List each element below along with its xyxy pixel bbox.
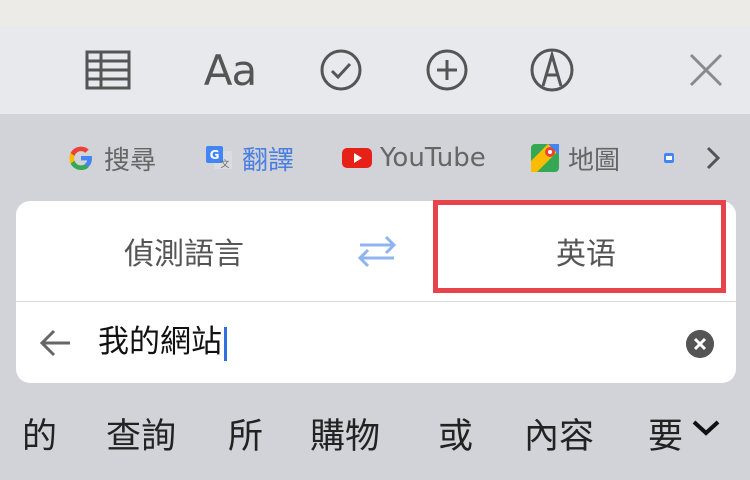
source-language-button[interactable]: 偵測語言: [16, 201, 352, 301]
suggestion-word[interactable]: 查詢: [106, 408, 176, 459]
shortcut-maps-label: 地圖: [568, 145, 621, 176]
close-icon[interactable]: [678, 42, 734, 98]
suggestion-word[interactable]: 或: [438, 408, 473, 459]
table-icon[interactable]: [80, 42, 136, 98]
shortcut-youtube[interactable]: YouTube: [342, 140, 486, 176]
note-paper-edge: [0, 0, 750, 26]
translate-input-row: 我的網站: [16, 302, 736, 383]
add-icon[interactable]: [419, 42, 475, 98]
shortcut-youtube-label: YouTube: [380, 143, 486, 173]
keyboard-suggestion-bar: 的 查詢 所 購物 或 內容 要: [0, 384, 750, 480]
small-app-icon: [664, 153, 674, 163]
notes-toolbar: Aa: [0, 26, 750, 114]
shortcut-translate[interactable]: G 文 翻譯: [204, 140, 294, 176]
chevron-right-icon[interactable]: [702, 140, 724, 176]
google-translate-icon: G 文: [206, 146, 232, 170]
shortcut-search[interactable]: 搜尋: [66, 140, 156, 176]
translate-card: 偵測語言 英语 我的網站: [16, 201, 736, 383]
suggestion-word[interactable]: 的: [22, 408, 57, 459]
format-text-label: Aa: [203, 45, 257, 95]
svg-text:G: G: [210, 148, 220, 162]
suggestion-word[interactable]: 購物: [310, 408, 380, 459]
query-text: 我的網站: [98, 324, 222, 360]
checklist-icon[interactable]: [313, 42, 369, 98]
format-text-icon[interactable]: Aa: [200, 42, 260, 98]
markup-pen-icon[interactable]: [524, 42, 580, 98]
svg-text:文: 文: [220, 158, 229, 170]
google-maps-icon: [531, 144, 559, 172]
text-caret: [224, 326, 227, 361]
shortcut-maps[interactable]: 地圖: [530, 140, 620, 176]
shortcut-search-label: 搜尋: [104, 145, 157, 176]
target-language-button[interactable]: 英语: [436, 201, 736, 301]
shortcut-small-app[interactable]: [664, 140, 674, 176]
suggestion-word[interactable]: 要: [648, 408, 683, 459]
suggestion-word[interactable]: 內容: [524, 408, 594, 459]
suggestion-word[interactable]: 所: [228, 408, 263, 459]
clear-input-icon[interactable]: [686, 330, 714, 358]
google-g-icon: [69, 146, 92, 170]
back-arrow-icon[interactable]: [38, 328, 74, 358]
shortcut-translate-label: 翻譯: [242, 145, 295, 176]
shortcut-bar: 搜尋 G 文 翻譯 YouTube 地圖: [0, 114, 750, 200]
youtube-icon: [342, 148, 372, 168]
swap-languages-icon[interactable]: [354, 231, 400, 271]
language-selector: 偵測語言 英语: [16, 201, 736, 301]
translate-query-input[interactable]: 我的網站: [98, 321, 227, 363]
expand-suggestions-icon[interactable]: [686, 408, 726, 448]
